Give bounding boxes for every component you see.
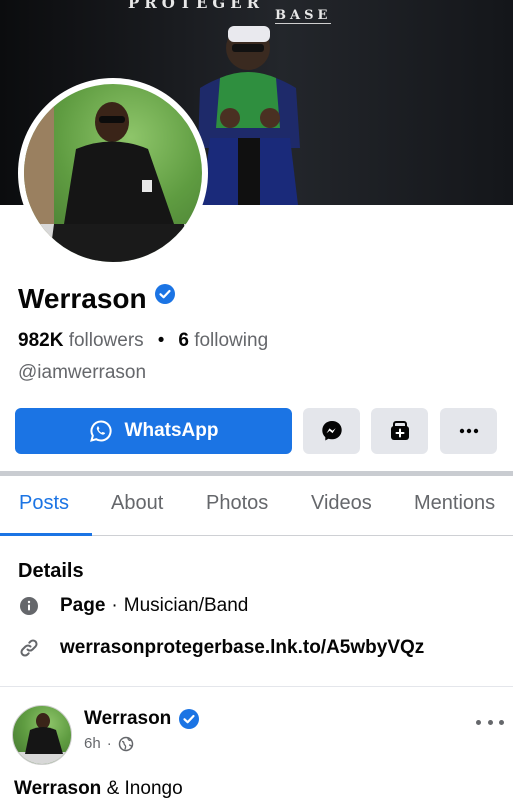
profile-name-row: Werrason — [18, 283, 175, 315]
avatar-photo — [24, 84, 202, 262]
followers-count: 982K — [18, 330, 64, 351]
post-avatar-photo — [13, 713, 71, 764]
active-tab-indicator — [0, 533, 92, 536]
post-text-rest: & Inongo — [101, 778, 183, 799]
whatsapp-button-label: WhatsApp — [124, 420, 219, 441]
more-icon — [459, 428, 478, 434]
post-time[interactable]: 6h — [84, 735, 101, 752]
post-author-avatar[interactable] — [12, 705, 72, 765]
following-count: 6 — [178, 330, 189, 351]
tab-about[interactable]: About — [111, 492, 163, 515]
post-text-mention[interactable]: Werrason — [14, 778, 101, 799]
post-meta-separator: · — [106, 735, 112, 752]
shop-button[interactable] — [371, 408, 428, 454]
post-author-name[interactable]: Werrason — [84, 708, 171, 730]
info-icon — [18, 595, 40, 617]
page-category: Musician/Band — [123, 595, 249, 616]
website-link[interactable]: werrasonprotegerbase.lnk.to/A5wbyVQz — [60, 637, 424, 659]
tab-posts[interactable]: Posts — [19, 492, 69, 515]
post-verified-badge-icon — [179, 709, 200, 729]
tab-mentions[interactable]: Mentions — [414, 492, 495, 515]
whatsapp-icon — [89, 420, 112, 442]
whatsapp-button[interactable]: WhatsApp — [15, 408, 292, 454]
post-text: Werrason & Inongo — [14, 778, 183, 800]
followers-label: followers — [68, 330, 144, 351]
profile-stats: 982K followers • 6 following — [18, 330, 268, 352]
profile-avatar[interactable] — [24, 84, 202, 262]
post-author-row: Werrason — [84, 708, 200, 730]
verified-badge-icon — [154, 284, 175, 304]
globe-icon — [118, 736, 133, 751]
post-options-icon[interactable] — [476, 712, 504, 732]
tab-videos[interactable]: Videos — [311, 492, 372, 515]
detail-website[interactable]: werrasonprotegerbase.lnk.to/A5wbyVQz — [18, 637, 424, 659]
tab-photos[interactable]: Photos — [206, 492, 268, 515]
messenger-button[interactable] — [303, 408, 360, 454]
stats-separator: • — [157, 330, 165, 351]
more-button[interactable] — [440, 408, 497, 454]
link-icon — [18, 637, 40, 659]
post-meta: 6h · — [84, 735, 134, 752]
shop-icon — [390, 421, 409, 440]
followers-link[interactable]: 982K followers — [18, 330, 144, 351]
page-separator: · — [111, 595, 118, 616]
profile-tabs: Posts About Photos Videos Mentions — [0, 478, 513, 536]
details-divider — [0, 686, 513, 687]
profile-handle: @iamwerrason — [18, 362, 147, 383]
messenger-icon — [321, 421, 342, 441]
section-divider — [0, 471, 513, 476]
profile-name: Werrason — [18, 283, 147, 314]
following-label: following — [194, 330, 269, 351]
details-title: Details — [18, 560, 84, 582]
detail-page-category: Page · Musician/Band — [18, 595, 248, 617]
cover-title-1: PROTEGER — [128, 0, 265, 12]
following-link[interactable]: 6 following — [178, 330, 268, 351]
page-label: Page — [60, 595, 106, 616]
